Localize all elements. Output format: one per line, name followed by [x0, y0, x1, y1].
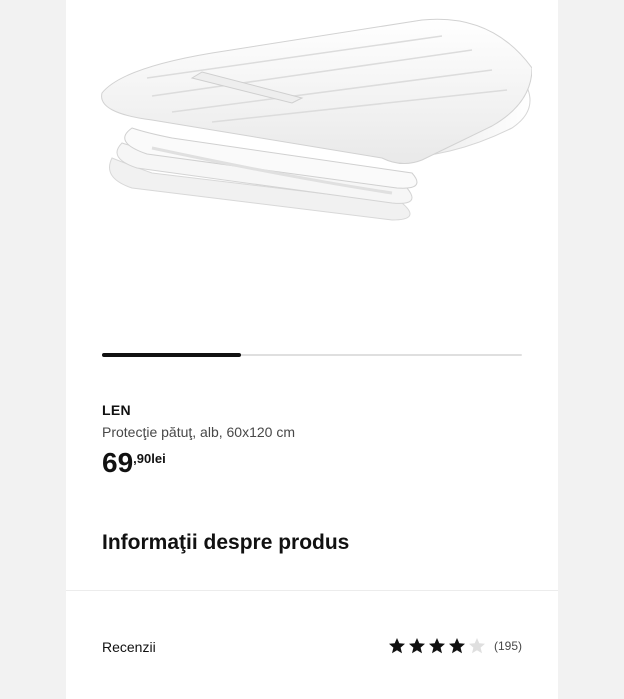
product-name[interactable]: LEN [102, 402, 131, 418]
star-rating: (195) [388, 637, 522, 655]
image-carousel-scrollbar[interactable] [102, 353, 522, 357]
product-image[interactable] [92, 8, 532, 238]
review-count: (195) [493, 639, 522, 653]
product-page: LEN Protecţie pătuţ, alb, 60x120 cm 69 ,… [66, 0, 558, 699]
star-filled-icon [388, 638, 405, 654]
star-filled-icon [428, 638, 445, 654]
price-integer: 69 [102, 447, 134, 478]
star-rating-stars [388, 637, 488, 655]
product-description: Protecţie pătuţ, alb, 60x120 cm [102, 424, 295, 440]
product-info-heading: Informaţii despre produs [102, 531, 350, 554]
product-price: 69 ,90 lei [102, 446, 166, 480]
star-empty-icon [468, 638, 485, 654]
price-currency: lei [151, 451, 166, 466]
star-filled-icon [408, 638, 425, 654]
price-decimal: ,90 [133, 451, 152, 466]
carousel-scroll-thumb[interactable] [102, 353, 241, 357]
reviews-label: Recenzii [102, 639, 156, 655]
reviews-row[interactable]: Recenzii (195) [66, 591, 558, 699]
star-filled-icon [448, 638, 465, 654]
